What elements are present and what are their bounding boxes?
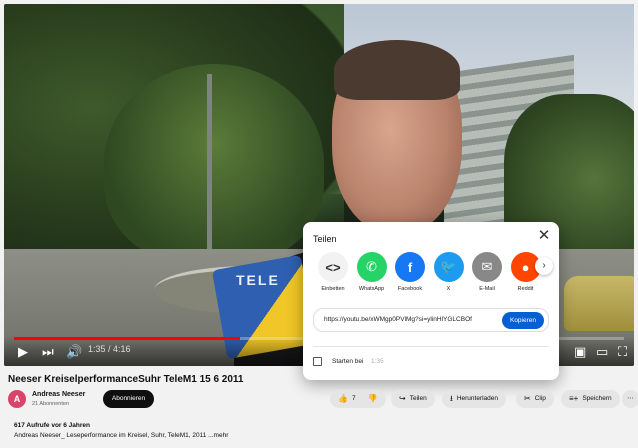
progress-fill [14,337,240,340]
microphone-logo-text: TELE [236,272,280,288]
start-at-label: Starten bei [332,358,364,365]
share-url[interactable]: https://youtu.be/xWMgp0PVlMg?si=ylinHlYG… [324,316,494,323]
whatsapp-icon[interactable]: ✆ [356,252,387,282]
volume-icon[interactable]: 🔊 [66,344,82,360]
like-count: 7 [351,395,356,402]
share-title: Teilen [313,234,337,244]
thumbs-up-icon: 👍 [338,394,348,403]
like-button[interactable]: 👍 7 👎 [330,390,386,408]
clip-button[interactable]: ✂ Clip [516,390,554,408]
start-at-time[interactable]: 1:35 [371,358,384,365]
video-person-hair [334,40,460,100]
download-icon: ⭳ [450,394,453,403]
copy-button[interactable]: Kopieren [502,312,544,329]
clip-button-label: Clip [534,395,546,402]
share-target[interactable]: <> Einbetten [313,252,353,292]
view-count: 617 Aufrufe vor 6 Jahren [14,422,90,429]
facebook-icon[interactable]: f [395,252,425,282]
more-icon: ⋯ [627,395,634,402]
close-icon[interactable]: ✕ [537,228,551,243]
share-target-label: Reddit [517,286,534,292]
next-icon[interactable]: ⏭ [42,344,54,360]
share-target[interactable]: 🐦 X [429,252,469,292]
chevron-right-icon[interactable]: › [535,257,553,275]
playlist-add-icon: ≡+ [569,394,579,403]
theater-icon[interactable]: ▭ [596,344,608,360]
more-button[interactable]: ⋯ [622,390,638,408]
description-text: Andreas Neeser_ Leseperformance im Kreis… [14,432,229,439]
email-icon[interactable]: ✉ [472,252,502,282]
save-button[interactable]: ≡+ Speichern [561,390,620,408]
x-bird-icon[interactable]: 🐦 [433,252,464,282]
share-icon: ↪ [399,394,406,403]
share-target-label: Einbetten [321,286,345,292]
share-button[interactable]: ↪ Teilen [391,390,435,408]
avatar[interactable]: A [8,390,26,408]
save-button-label: Speichern [582,395,612,402]
fullscreen-icon[interactable]: ⛶ [618,344,627,360]
share-target-label: X [446,286,451,292]
embed-icon[interactable]: <> [318,252,348,282]
share-target-label: Facebook [397,286,423,292]
share-targets: <> Einbetten ✆ WhatsApp f Facebook 🐦 X ✉ E-Mail ● R… [313,252,549,296]
subscribe-button[interactable]: Abonnieren [103,390,154,408]
share-target[interactable]: ✉ E-Mail [467,252,507,292]
description-box[interactable]: 617 Aufrufe vor 6 Jahren Andreas Neeser_… [8,412,634,446]
share-target[interactable]: f Facebook [390,252,430,292]
share-button-label: Teilen [409,395,427,402]
video-title: Neeser KreiselperformanceSuhr TeleM1 15 … [8,374,244,385]
time-display: 1:35 / 4:16 [88,344,131,354]
channel-name[interactable]: Andreas Neeser [32,391,85,398]
divider [313,346,549,347]
share-dialog: Teilen ✕ <> Einbetten ✆ WhatsApp f Facebook 🐦 X… [303,222,559,380]
miniplayer-icon[interactable]: ▣ [574,344,586,360]
play-icon[interactable]: ▶ [18,344,28,360]
subscriber-count: 21 Abonnenten [32,401,70,407]
scissors-icon: ✂ [524,394,531,403]
share-target-label: WhatsApp [358,286,385,292]
share-url-box: https://youtu.be/xWMgp0PVlMg?si=ylinHlYG… [313,308,549,332]
download-button[interactable]: ⭳ Herunterladen [442,390,507,408]
share-target-label: E-Mail [479,286,495,292]
start-at-checkbox[interactable] [313,357,322,366]
video-tree [104,64,324,264]
thumbs-down-icon[interactable]: 👎 [368,390,378,408]
download-button-label: Herunterladen [456,395,499,402]
share-target[interactable]: ✆ WhatsApp [352,252,392,292]
video-lamp-pole [207,74,212,254]
video-car [564,276,634,331]
